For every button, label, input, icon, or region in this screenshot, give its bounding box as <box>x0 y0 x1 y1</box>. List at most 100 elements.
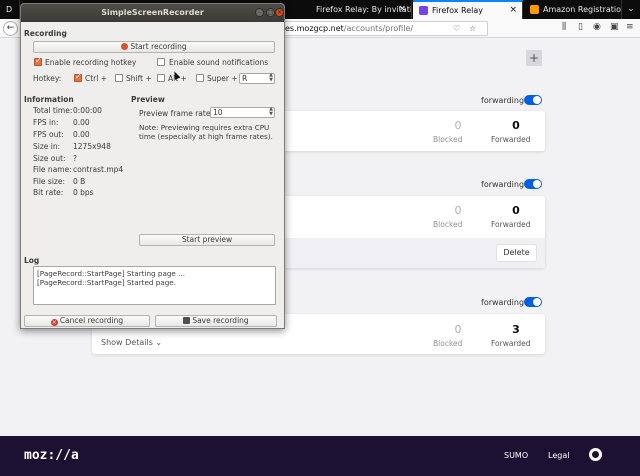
shift-checkbox[interactable] <box>115 74 123 82</box>
menu-icon[interactable]: ≡ <box>626 22 634 32</box>
ctrl-checkbox[interactable] <box>74 72 82 82</box>
blocked-stat: 0 Blocked <box>433 119 483 144</box>
cancel-recording-button[interactable]: × Cancel recording <box>24 315 150 327</box>
fps-in-value: 0.00 <box>73 118 90 127</box>
preview-frame-rate-label: Preview frame rate: <box>139 109 213 118</box>
forwarding-label: forwarding <box>481 298 525 307</box>
forwarded-label: Forwarded <box>491 339 531 348</box>
fps-in-label: FPS in: <box>33 118 59 127</box>
site-footer: moz://a SUMO Legal <box>0 436 640 476</box>
forwarded-count: 0 <box>512 119 520 132</box>
star-icon[interactable]: ☆ <box>469 24 476 33</box>
preview-frame-rate-spinbox[interactable]: 10 ▲ ▼ <box>210 107 275 118</box>
amazon-favicon-icon <box>530 5 539 14</box>
preview-note: Note: Previewing requires extra CPU time… <box>139 123 273 141</box>
window-title: SimpleScreenRecorder <box>21 4 284 22</box>
file-name-label: File name: <box>33 165 72 174</box>
url-path: /accounts/profile/ <box>343 24 414 33</box>
size-out-label: Size out: <box>33 154 66 163</box>
sound-notifications-checkbox[interactable] <box>157 58 165 66</box>
tab-amazon-registration[interactable]: Amazon Registration <box>524 0 622 19</box>
github-icon[interactable] <box>589 448 602 461</box>
sumo-link[interactable]: SUMO <box>504 451 528 460</box>
alt-checkbox[interactable] <box>157 74 165 82</box>
bookmark-icon[interactable]: ♡ <box>453 24 460 33</box>
record-icon <box>121 43 129 50</box>
file-name-value: contrast.mp4 <box>73 165 124 174</box>
forwarded-stat: 0 Forwarded <box>491 119 541 144</box>
simplescreenrecorder-window: SimpleScreenRecorder – □ × Recording Sta… <box>20 3 285 329</box>
close-icon[interactable]: × <box>275 8 284 17</box>
tab-relay-invitation[interactable]: Firefox Relay: By invitati × <box>284 0 412 19</box>
forwarding-toggle[interactable] <box>524 297 542 307</box>
hotkey-key-select[interactable]: R ▲ ▼ <box>239 73 275 84</box>
super-checkbox[interactable] <box>196 74 204 82</box>
maximize-icon[interactable]: □ <box>266 8 275 17</box>
start-recording-button[interactable]: Start recording <box>33 41 275 53</box>
log-line: [PageRecord::StartPage] Started page. <box>37 278 176 287</box>
forwarded-stat: 3 Forwarded <box>491 323 541 348</box>
forwarding-toggle[interactable] <box>524 179 542 189</box>
ctrl-label: Ctrl + <box>85 74 108 83</box>
recording-section-title: Recording <box>24 29 67 38</box>
preview-frame-rate-value: 10 <box>213 108 223 117</box>
forwarded-stat: 0 Forwarded <box>491 204 541 229</box>
save-recording-button[interactable]: Save recording <box>155 315 277 327</box>
bit-rate-label: Bit rate: <box>33 188 64 197</box>
blocked-count: 0 <box>454 119 462 132</box>
forwarded-count: 0 <box>512 204 520 217</box>
total-time-label: Total time: <box>33 106 73 115</box>
start-preview-button[interactable]: Start preview <box>139 234 275 246</box>
fps-out-label: FPS out: <box>33 130 64 139</box>
add-alias-button[interactable]: + <box>526 50 542 66</box>
information-section-title: Information <box>24 95 74 104</box>
blocked-stat: 0 Blocked <box>433 204 483 229</box>
shift-label: Shift + <box>126 74 152 83</box>
show-details-link[interactable]: Show Details ⌄ <box>101 338 162 347</box>
url-host: es.mozgcp.net <box>285 24 344 33</box>
tab-partial[interactable]: D <box>0 0 20 19</box>
cancel-icon: × <box>50 319 58 326</box>
blocked-stat: 0 Blocked <box>433 323 483 348</box>
close-icon[interactable]: × <box>509 2 517 19</box>
library-icon[interactable]: ⫼ <box>562 22 566 32</box>
forwarded-count: 3 <box>512 323 520 336</box>
enable-hotkey-checkbox[interactable] <box>34 56 42 66</box>
blocked-count: 0 <box>454 323 462 336</box>
window-body: Recording Start recording Enable recordi… <box>21 22 284 328</box>
minimize-icon[interactable]: – <box>255 8 264 17</box>
hotkey-key-value: R <box>242 74 248 83</box>
forwarding-label: forwarding <box>481 180 525 189</box>
blocked-label: Blocked <box>433 220 463 229</box>
file-size-value: 0 B <box>73 177 86 186</box>
size-out-value: ? <box>73 154 77 163</box>
bit-rate-value: 0 bps <box>73 188 94 197</box>
mozilla-logo[interactable]: moz://a <box>24 448 79 463</box>
forwarding-toggle[interactable] <box>524 95 542 105</box>
save-recording-label: Save recording <box>192 316 249 325</box>
spin-arrows-icon: ▲ ▼ <box>269 72 273 83</box>
file-size-label: File size: <box>33 177 66 186</box>
relay-extension-icon[interactable]: ▣ <box>610 22 619 32</box>
save-icon <box>183 317 191 324</box>
preview-section-title: Preview <box>131 95 165 104</box>
tab-firefox-relay[interactable]: Firefox Relay × <box>413 0 523 19</box>
legal-link[interactable]: Legal <box>548 451 569 460</box>
sound-notifications-label: Enable sound notifications <box>169 58 269 67</box>
close-icon[interactable]: × <box>398 0 406 19</box>
spin-arrows-icon: ▲ ▼ <box>269 106 273 117</box>
url-text: es.mozgcp.net/accounts/profile/ <box>285 24 413 33</box>
blocked-label: Blocked <box>433 339 463 348</box>
back-button[interactable]: ← <box>3 21 18 36</box>
log-output[interactable]: [PageRecord::StartPage] Starting page ..… <box>33 266 276 305</box>
enable-hotkey-label: Enable recording hotkey <box>45 58 137 67</box>
tab-label: Firefox Relay <box>432 6 483 15</box>
account-icon[interactable]: ◉ <box>593 22 601 32</box>
tab-label: Amazon Registration <box>543 5 622 14</box>
size-in-value: 1275x948 <box>73 142 111 151</box>
forwarding-label: forwarding <box>481 96 525 105</box>
url-bar[interactable]: es.mozgcp.net/accounts/profile/ ♡ ☆ <box>260 21 488 36</box>
chevron-down-icon[interactable]: ⌄ <box>622 0 640 19</box>
sidebar-icon[interactable]: ▯ <box>578 22 583 32</box>
delete-button[interactable]: Delete <box>496 244 537 262</box>
